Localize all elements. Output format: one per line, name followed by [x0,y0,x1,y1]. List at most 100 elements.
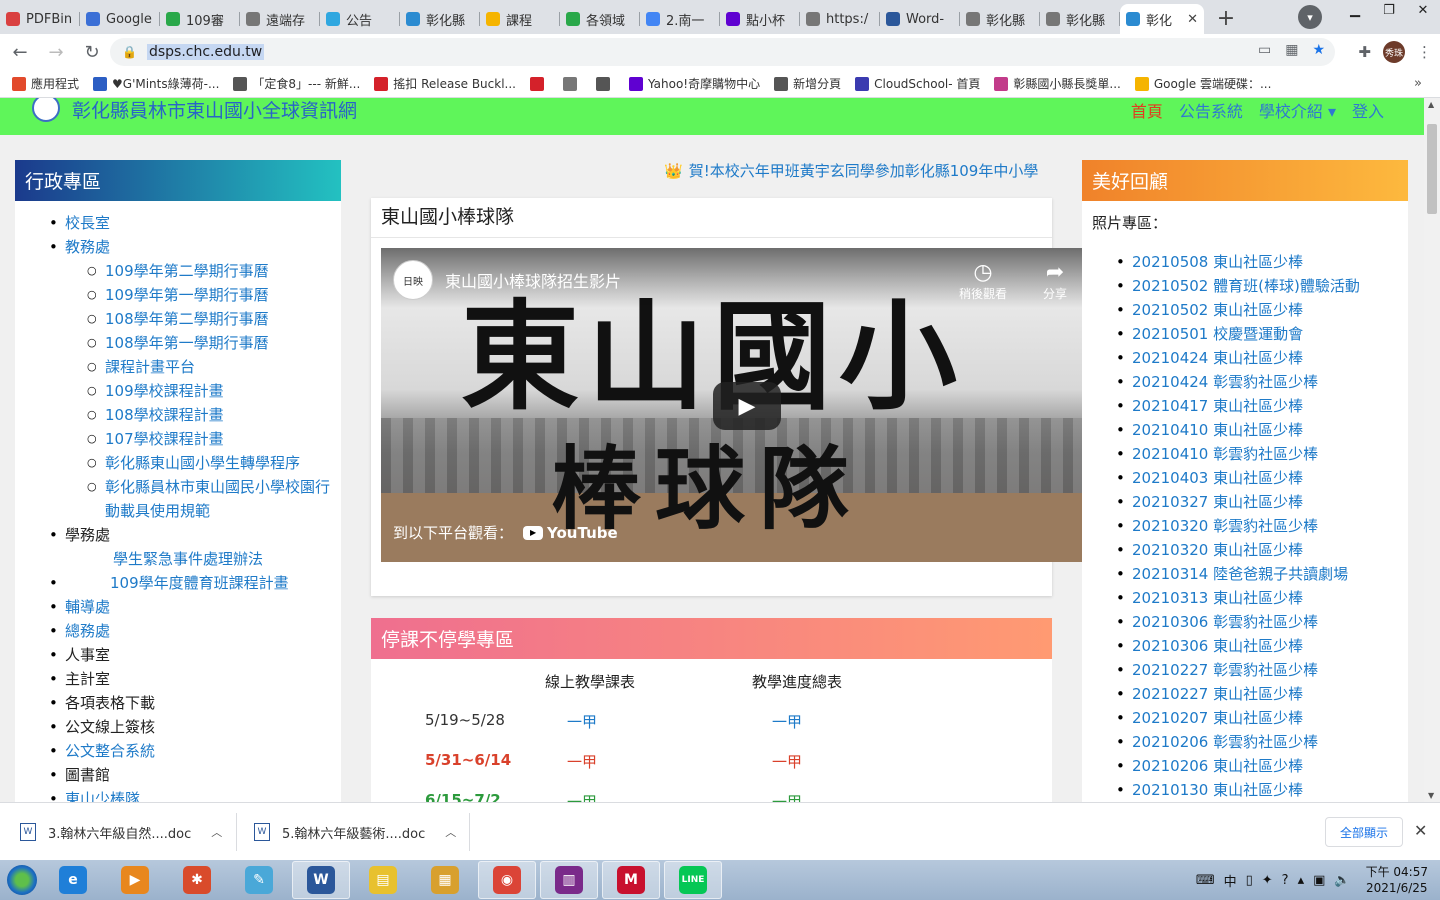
watch-on-youtube[interactable]: 到以下平台觀看： ▶ YouTube [393,522,618,543]
admin-menu-item[interactable]: 人事室 [15,643,341,667]
tray-expand-icon[interactable]: ▴ [1298,873,1305,888]
photo-album-link[interactable]: 20210227 東山社區少棒 [1082,682,1360,706]
scroll-up-icon[interactable]: ▲ [1428,100,1434,109]
photo-album-link[interactable]: 20210410 東山社區少棒 [1082,418,1360,442]
browser-tab[interactable]: 彰化 ✕ [1120,4,1204,34]
nav-home[interactable]: 首頁 [1131,98,1163,122]
tab-close-icon[interactable]: ✕ [1187,12,1198,27]
photo-album-link[interactable]: 20210403 東山社區少棒 [1082,466,1360,490]
download-item[interactable]: W 3.翰林六年級自然....doc ︿ [20,803,222,861]
photo-album-link[interactable]: 20210227 彰雲豹社區少棒 [1082,658,1360,682]
admin-menu-item[interactable]: 總務處 [15,619,341,643]
bookmark-item[interactable]: 彰縣國小縣長獎單... [994,75,1121,92]
close-window-icon[interactable]: ✕ [1406,0,1440,20]
help-icon[interactable]: ? [1282,873,1289,888]
site-title[interactable]: 彰化縣員林市東山國小全球資訊網 [72,98,357,123]
taskbar-notepad-icon[interactable]: ✎ [230,861,288,899]
bookmark-item[interactable] [562,76,582,91]
browser-tab[interactable]: 2.南一 [640,4,720,34]
bookmark-item[interactable]: ♥G'Mints綠薄荷-... [93,75,219,92]
browser-tab[interactable]: Word- [880,4,960,34]
browser-tab[interactable]: 各領域 [560,4,640,34]
browser-tab[interactable]: 課程 [480,4,560,34]
photo-album-link[interactable]: 20210327 東山社區少棒 [1082,490,1360,514]
browser-tab[interactable]: 點小杯 [720,4,800,34]
online-timetable-link[interactable]: 一甲 [567,751,597,772]
browser-tab[interactable]: PDFBin [0,4,80,34]
admin-menu-item[interactable]: 109學年度體育班課程計畫 [15,571,341,595]
news-marquee[interactable]: 👑 賀!本校六年甲班黃宇玄同學參加彰化縣109年中小學 [664,160,1052,181]
admin-menu-item[interactable]: 公文整合系統 [15,739,341,763]
nav-about[interactable]: 學校介紹 ▾ [1259,98,1336,122]
admin-menu-item[interactable]: 東山少棒隊 [15,787,341,802]
photo-album-link[interactable]: 20210501 校慶暨運動會 [1082,322,1360,346]
avatar[interactable]: 秀珠 [1383,41,1405,63]
taskbar-mcafee-icon[interactable]: M [602,861,660,899]
taskbar-folder-notes-icon[interactable]: ▤ [354,861,412,899]
photo-album-link[interactable]: 20210508 東山社區少棒 [1082,250,1360,274]
scroll-down-icon[interactable]: ▼ [1428,791,1434,800]
scroll-thumb[interactable] [1427,124,1437,214]
install-app-icon[interactable]: ▭ [1258,42,1271,58]
online-timetable-link[interactable]: 一甲 [567,791,597,802]
minimize-icon[interactable]: ▁ [1338,0,1372,20]
bookmark-item[interactable] [529,76,549,91]
bookmark-star-icon[interactable]: ★ [1312,42,1325,58]
bookmark-item[interactable]: 應用程式 [12,75,79,92]
page-scrollbar[interactable]: ▲ ▼ [1424,98,1440,802]
admin-menu-item[interactable]: 各項表格下載 [15,691,341,715]
admin-menu-item[interactable]: 主計室 [15,667,341,691]
qr-code-icon[interactable]: ▦ [1285,42,1298,58]
url-text[interactable]: dsps.chc.edu.tw [146,44,265,60]
share-button[interactable]: ➦ 分享 [1025,260,1082,302]
browser-tab[interactable]: 彰化縣 [1040,4,1120,34]
admin-menu-item[interactable]: 108學校課程計畫 [15,403,341,427]
taskbar-ie-icon[interactable]: e [44,861,102,899]
photo-album-link[interactable]: 20210502 東山社區少棒 [1082,298,1360,322]
progress-table-link[interactable]: 一甲 [772,791,802,802]
progress-table-link[interactable]: 一甲 [772,711,802,732]
bookmarks-overflow-icon[interactable]: » [1414,76,1422,91]
bookmark-item[interactable]: CloudSchool- 首頁 [855,75,980,92]
forward-icon[interactable]: → [40,36,72,68]
admin-menu-item[interactable]: 圖書館 [15,763,341,787]
network-icon[interactable]: ▣ [1313,873,1325,888]
admin-menu-item[interactable]: 109學年第一學期行事曆 [15,283,341,307]
browser-tab[interactable]: 遠端存 [240,4,320,34]
photo-album-link[interactable]: 20210206 東山社區少棒 [1082,754,1360,778]
tab-search-icon[interactable]: ▾ [1298,5,1322,29]
photo-album-link[interactable]: 20210306 東山社區少棒 [1082,634,1360,658]
clock[interactable]: 下午 04:57 2021/6/25 [1366,864,1428,896]
back-icon[interactable]: ← [4,36,36,68]
ime-mode-icon[interactable]: ▯ [1246,873,1253,888]
school-logo-icon[interactable] [32,98,60,122]
online-timetable-link[interactable]: 一甲 [567,711,597,732]
nav-login[interactable]: 登入 [1352,98,1384,122]
photo-album-link[interactable]: 20210417 東山社區少棒 [1082,394,1360,418]
taskbar-chrome-icon[interactable]: ◉ [478,861,536,899]
photo-album-link[interactable]: 20210320 東山社區少棒 [1082,538,1360,562]
photo-album-link[interactable]: 20210207 東山社區少棒 [1082,706,1360,730]
taskbar-tools-icon[interactable]: ✱ [168,861,226,899]
youtube-embed[interactable]: 東山國小 棒球隊 日映 東山國小棒球隊招生影片 ◷ 稍後觀看 ➦ 分享 ▶ 到以… [381,248,1082,562]
admin-menu-item[interactable]: 課程計畫平台 [15,355,341,379]
photo-album-link[interactable]: 20210424 彰雲豹社區少棒 [1082,370,1360,394]
photo-album-link[interactable]: 20210314 陸爸爸親子共讀劇場 [1082,562,1360,586]
browser-tab[interactable]: 公告 [320,4,400,34]
bookmark-item[interactable] [595,76,615,91]
start-button[interactable] [0,860,44,900]
admin-menu-item[interactable]: 彰化縣員林市東山國民小學校園行動載具使用規範 [15,475,341,523]
youtube-logo[interactable]: ▶ YouTube [523,524,618,542]
taskbar-winrar-icon[interactable]: ▥ [540,861,598,899]
admin-menu-item[interactable]: 校長室 [15,211,341,235]
ime-settings-icon[interactable]: ✦ [1262,873,1273,888]
admin-menu-item[interactable]: 教務處 [15,235,341,259]
photo-album-link[interactable]: 20210313 東山社區少棒 [1082,586,1360,610]
photo-album-link[interactable]: 20210424 東山社區少棒 [1082,346,1360,370]
address-bar[interactable]: 🔒 dsps.chc.edu.tw ▭ ▦ ★ [110,38,1335,66]
menu-kebab-icon[interactable]: ⋮ [1417,43,1432,61]
extensions-icon[interactable]: ✚ [1358,43,1371,61]
browser-tab[interactable]: 彰化縣 [400,4,480,34]
admin-menu-item[interactable]: 107學校課程計畫 [15,427,341,451]
marquee-text[interactable]: 賀!本校六年甲班黃宇玄同學參加彰化縣109年中小學 [689,162,1039,180]
